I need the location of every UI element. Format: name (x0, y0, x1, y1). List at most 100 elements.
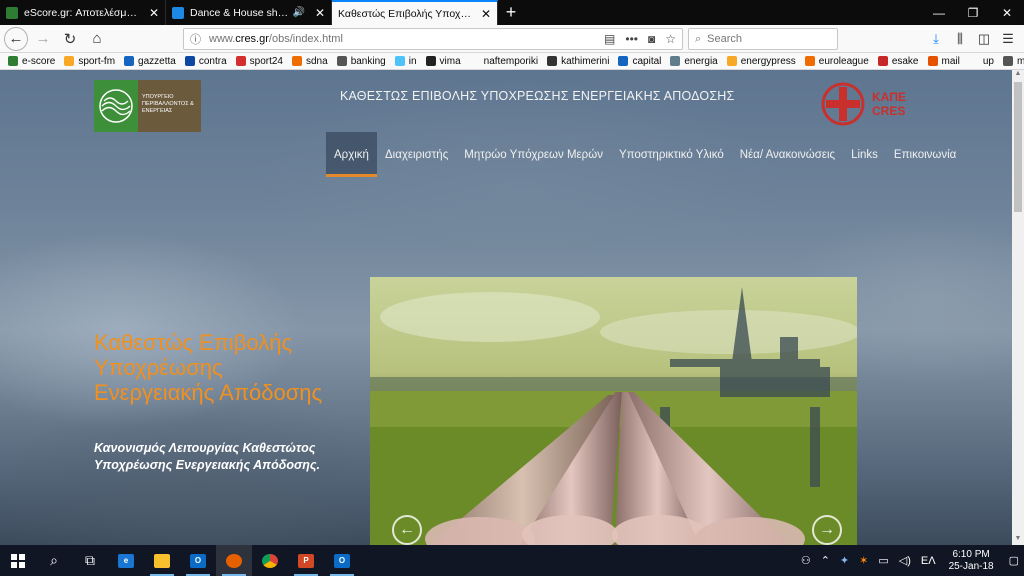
capital-favicon-icon (618, 56, 629, 66)
ministry-logo[interactable]: ΥΠΟΥΡΓΕΙΟ ΠΕΡΙΒΑΛΛΟΝΤΟΣ & ΕΝΕΡΓΕΙΑΣ (94, 80, 201, 132)
bookmark-label: contra (198, 55, 227, 67)
slideshow-next-arrow-icon[interactable]: → (812, 515, 842, 545)
mix-favicon-icon (172, 6, 184, 19)
show-hidden-icons-icon[interactable]: ⌃ (821, 554, 830, 567)
bookmark-sport24[interactable]: sport24 (235, 56, 283, 67)
clock[interactable]: 6:10 PM 25-Jan-18 (949, 549, 994, 573)
home-icon[interactable]: ⌂ (85, 27, 109, 51)
menu-item-4[interactable]: Νέα/ Ανακοινώσεις (732, 132, 843, 177)
chrome-icon[interactable] (252, 545, 288, 576)
sidebar-icon[interactable]: ◫ (972, 31, 996, 47)
bookmark-in[interactable]: in (394, 56, 417, 67)
bookmark-star-icon[interactable]: ☆ (665, 32, 676, 46)
outlook-icon[interactable]: O (180, 545, 216, 576)
dropbox-icon[interactable]: ✦ (840, 554, 849, 567)
tab-escore[interactable]: eScore.gr: Αποτελέσματα αγώνων ✕ (0, 0, 166, 25)
hero-title: Καθεστώς Επιβολής Υποχρέωσης Ενεργειακής… (94, 330, 323, 405)
reload-icon[interactable]: ↻ (58, 27, 82, 51)
ministry-emblem-icon (94, 80, 138, 132)
menu-item-3[interactable]: Υποστηρικτικό Υλικό (611, 132, 732, 177)
close-window-icon[interactable]: ✕ (990, 0, 1024, 25)
avast-icon[interactable]: ✶ (859, 554, 868, 567)
menu-item-1[interactable]: Διαχειριστής (377, 132, 456, 177)
page-actions-icon[interactable]: ••• (625, 32, 638, 46)
scroll-up-icon[interactable]: ▲ (1012, 70, 1024, 80)
bookmark-label: banking (350, 55, 386, 67)
library-icon[interactable]: ⫼ (948, 31, 972, 47)
scrollbar-thumb[interactable] (1014, 82, 1022, 212)
mix-favicon-icon (1002, 56, 1013, 66)
euroleague-favicon-icon (804, 56, 815, 66)
windows-taskbar: ⌕ ⧉ e O P O ⚇ ⌃ ✦ ✶ ▭ ◁) ΕΛ 6:10 PM 25-J… (0, 545, 1024, 576)
energypress-favicon-icon (726, 56, 737, 66)
task-view-icon[interactable]: ⧉ (72, 545, 108, 576)
bookmark-capital[interactable]: capital (618, 56, 661, 67)
file-explorer-icon[interactable] (144, 545, 180, 576)
url-text[interactable]: www.cres.gr/obs/index.html (209, 33, 594, 45)
scroll-down-icon[interactable]: ▼ (1012, 535, 1024, 545)
bookmark-euroleague[interactable]: euroleague (804, 56, 869, 67)
back-icon[interactable]: ← (4, 26, 28, 51)
search-placeholder: Search (707, 33, 743, 45)
site-info-icon[interactable]: ⓘ (190, 31, 201, 47)
menu-item-5[interactable]: Links (843, 132, 886, 177)
restore-icon[interactable]: ❐ (956, 0, 990, 25)
start-icon[interactable] (0, 545, 36, 576)
action-center-icon[interactable]: ▢ (1009, 554, 1019, 567)
edge-icon[interactable]: e (108, 545, 144, 576)
new-tab-button[interactable]: + (498, 0, 524, 25)
search-input[interactable]: ⌕ Search (688, 28, 838, 50)
cres-logo[interactable]: ΚΑΠΕ CRES (820, 78, 925, 130)
people-icon[interactable]: ⚇ (801, 554, 811, 567)
volume-icon[interactable]: ◁) (899, 554, 911, 567)
firefox-icon[interactable] (216, 545, 252, 576)
bookmark-naftemporiki[interactable]: naftemporiki (469, 56, 538, 67)
close-tab-icon[interactable]: ✕ (149, 6, 159, 20)
reader-view-icon[interactable]: ▤ (604, 32, 615, 46)
menu-item-2[interactable]: Μητρώο Υπόχρεων Μερών (456, 132, 611, 177)
contra-favicon-icon (184, 56, 195, 66)
minimize-icon[interactable]: ― (922, 0, 956, 25)
network-icon[interactable]: ▭ (878, 554, 888, 567)
bookmark-sport-fm[interactable]: sport-fm (64, 56, 115, 67)
language-indicator[interactable]: ΕΛ (921, 555, 936, 567)
close-tab-icon[interactable]: ✕ (315, 6, 325, 20)
bookmark-sdna[interactable]: sdna (292, 56, 328, 67)
slideshow-prev-arrow-icon[interactable]: ← (392, 515, 422, 545)
speaker-icon[interactable]: 🔊 (292, 7, 304, 18)
close-tab-icon[interactable]: ✕ (481, 7, 491, 21)
tab-cres[interactable]: Καθεστώς Επιβολής Υποχρέωσης ✕ (332, 0, 498, 25)
bookmark-label: mix (1016, 55, 1024, 67)
bookmark-mail[interactable]: mail (927, 56, 960, 67)
menu-icon[interactable]: ☰ (996, 31, 1020, 47)
cortana-search-icon[interactable]: ⌕ (36, 545, 72, 576)
menu-item-6[interactable]: Επικοινωνία (886, 132, 964, 177)
address-bar[interactable]: ⓘ www.cres.gr/obs/index.html ▤ ••• ◙ ☆ (183, 28, 683, 50)
page-scrollbar[interactable]: ▲ ▼ (1012, 70, 1024, 545)
bookmark-banking[interactable]: banking (336, 55, 386, 67)
tab-dance-house[interactable]: Dance & House shows | Mix 🔊 ✕ (166, 0, 332, 25)
bookmark-energypress[interactable]: energypress (726, 56, 796, 67)
pocket-icon[interactable]: ◙ (648, 32, 655, 46)
slideshow-image (370, 277, 857, 545)
bookmark-esake[interactable]: esake (877, 55, 919, 67)
hero-subtitle[interactable]: Κανονισμός Λειτουργίας Καθεστώτος Υποχρέ… (94, 440, 344, 474)
bookmark-label: gazzetta (138, 55, 176, 67)
e-score-favicon-icon (8, 56, 18, 66)
bookmark-mix[interactable]: mix (1002, 55, 1024, 67)
bookmark-energia[interactable]: energia (670, 55, 718, 67)
bookmark-kathimerini[interactable]: kathimerini (547, 56, 609, 67)
bookmark-up[interactable]: up (968, 56, 994, 67)
bookmark-gazzetta[interactable]: gazzetta (124, 56, 176, 67)
energia-favicon-icon (670, 56, 681, 66)
bookmark-e-score[interactable]: e-score (8, 56, 55, 67)
outlook-2-icon[interactable]: O (324, 545, 360, 576)
bookmark-contra[interactable]: contra (184, 55, 227, 67)
download-icon[interactable]: ⤓ (924, 31, 948, 47)
forward-icon[interactable]: → (31, 27, 55, 51)
bookmark-label: energia (684, 55, 718, 67)
bookmark-vima[interactable]: vima (425, 56, 461, 67)
bookmark-label: esake (891, 55, 919, 67)
powerpoint-icon[interactable]: P (288, 545, 324, 576)
menu-item-0[interactable]: Αρχική (326, 132, 377, 177)
